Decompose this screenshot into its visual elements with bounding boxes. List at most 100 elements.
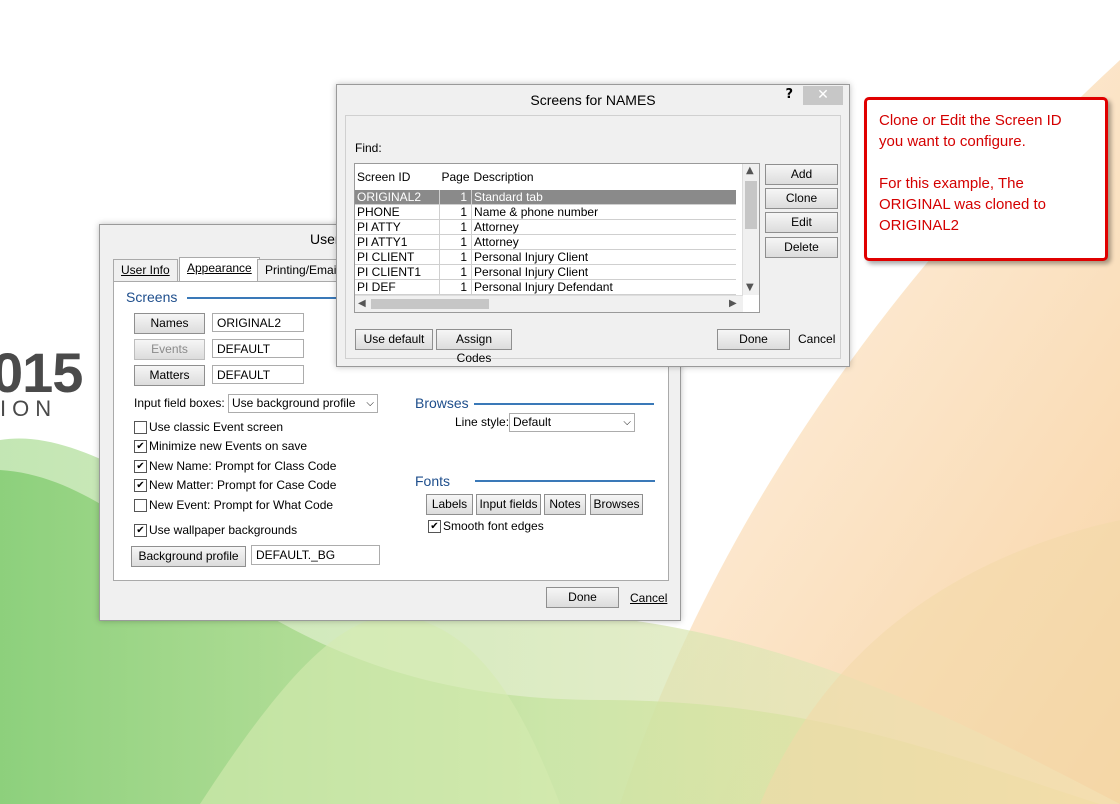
cell-description: Standard tab [471, 190, 737, 205]
screens-dialog-title: Screens for NAMES [530, 92, 656, 108]
tab-printing-email-label: Printing/Email [265, 263, 340, 277]
input-field-boxes-value: Use background profile [232, 396, 356, 410]
edit-button[interactable]: Edit [765, 212, 838, 233]
matters-button[interactable]: Matters [134, 365, 205, 386]
column-header-description[interactable]: Description [472, 164, 737, 190]
column-header-screen-id[interactable]: Screen ID [355, 164, 440, 190]
cell-description: Personal Injury Client [471, 249, 737, 265]
callout-line-2: you want to configure. [879, 133, 1026, 150]
callout-line-5: ORIGINAL2 [879, 217, 960, 234]
wallpaper-label: Use wallpaper backgrounds [149, 523, 298, 537]
screens-done-button[interactable]: Done [717, 329, 790, 350]
close-icon[interactable]: ✕ [803, 86, 843, 105]
tab-user-info[interactable]: User Info [113, 259, 178, 281]
find-label: Find: [355, 141, 382, 155]
clone-button[interactable]: Clone [765, 188, 838, 209]
wallpaper-checkbox[interactable]: ✔ [134, 524, 147, 537]
font-browses-button[interactable]: Browses [590, 494, 643, 515]
fonts-heading: Fonts [415, 473, 451, 489]
screens-for-names-dialog: Screens for NAMES ? ✕ Find: Screen ID Pa… [336, 84, 850, 367]
horizontal-scroll-thumb[interactable] [371, 299, 489, 309]
scroll-down-icon[interactable]: ▼ [746, 282, 754, 293]
screens-divider [187, 297, 347, 299]
cell-page: 1 [439, 204, 473, 220]
cell-screen-id: ORIGINAL2 [355, 190, 440, 205]
what-code-checkbox[interactable] [134, 499, 147, 512]
table-row[interactable]: PHONE 1 Name & phone number [355, 204, 737, 220]
chevron-down-icon: ⌵ [623, 417, 631, 428]
screens-dialog-body: Find: Screen ID Page Description ORIGINA… [345, 115, 841, 365]
tab-appearance[interactable]: Appearance [179, 257, 260, 282]
cell-description: Personal Injury Defendant [471, 279, 737, 295]
tab-printing-email[interactable]: Printing/Email [257, 259, 348, 281]
cell-description: Name & phone number [471, 204, 737, 220]
background-profile-button[interactable]: Background profile [131, 546, 246, 567]
user-cancel-button[interactable]: Cancel [630, 591, 667, 605]
table-row[interactable]: PI DEF 1 Personal Injury Defendant [355, 279, 737, 295]
help-icon[interactable]: ? [785, 87, 793, 102]
case-code-label: New Matter: Prompt for Case Code [149, 478, 337, 492]
callout-line-1: Clone or Edit the Screen ID [879, 112, 1062, 129]
horizontal-scrollbar[interactable]: ◀ ▶ [355, 295, 743, 312]
cell-page: 1 [439, 219, 473, 235]
what-code-label: New Event: Prompt for What Code [149, 498, 334, 512]
cell-page: 1 [439, 249, 473, 265]
screens-heading: Screens [126, 289, 178, 305]
events-screen-field[interactable]: DEFAULT [212, 339, 304, 358]
cell-screen-id: PHONE [355, 204, 440, 220]
names-screen-field[interactable]: ORIGINAL2 [212, 313, 304, 332]
names-button[interactable]: Names [134, 313, 205, 334]
add-button[interactable]: Add [765, 164, 838, 185]
cell-page: 1 [439, 279, 473, 295]
callout-line-3: For this example, The [879, 175, 1024, 192]
matters-screen-field[interactable]: DEFAULT [212, 365, 304, 384]
screens-table[interactable]: Screen ID Page Description ORIGINAL2 1 Sta… [354, 163, 760, 313]
scroll-left-icon[interactable]: ◀ [358, 298, 366, 309]
classic-event-checkbox[interactable] [134, 421, 147, 434]
cell-description: Personal Injury Client [471, 264, 737, 280]
instruction-callout: Clone or Edit the Screen ID you want to … [864, 97, 1108, 261]
vertical-scroll-thumb[interactable] [745, 181, 757, 229]
input-field-boxes-label: Input field boxes: [134, 396, 225, 410]
smooth-font-checkbox[interactable]: ✔ [428, 520, 441, 533]
column-header-page[interactable]: Page [440, 164, 472, 190]
cell-screen-id: PI DEF [355, 279, 440, 295]
screens-dialog-titlebar: Screens for NAMES ? ✕ [337, 85, 849, 115]
cell-description: Attorney [471, 219, 737, 235]
font-notes-button[interactable]: Notes [544, 494, 586, 515]
line-style-select[interactable]: Default ⌵ [509, 413, 635, 432]
scroll-right-icon[interactable]: ▶ [729, 298, 737, 309]
screens-cancel-button[interactable]: Cancel [798, 332, 835, 346]
input-field-boxes-select[interactable]: Use background profile ⌵ [228, 394, 378, 413]
brand-subtitle-text: ION [0, 396, 58, 421]
cell-screen-id: PI ATTY1 [355, 234, 440, 250]
table-header-row: Screen ID Page Description [355, 164, 736, 190]
cell-screen-id: PI ATTY [355, 219, 440, 235]
delete-button[interactable]: Delete [765, 237, 838, 258]
font-labels-button[interactable]: Labels [426, 494, 473, 515]
case-code-checkbox[interactable]: ✔ [134, 479, 147, 492]
browses-divider [474, 403, 654, 405]
browses-heading: Browses [415, 395, 469, 411]
scroll-up-icon[interactable]: ▲ [746, 165, 754, 176]
class-code-checkbox[interactable]: ✔ [134, 460, 147, 473]
vertical-scrollbar[interactable]: ▲ ▼ [742, 164, 759, 295]
table-row[interactable]: PI ATTY1 1 Attorney [355, 234, 737, 250]
table-row[interactable]: PI CLIENT1 1 Personal Injury Client [355, 264, 737, 280]
assign-codes-button[interactable]: Assign Codes [436, 329, 512, 365]
cell-page: 1 [439, 234, 473, 250]
font-input-fields-button[interactable]: Input fields [476, 494, 541, 515]
user-done-button[interactable]: Done [546, 587, 619, 608]
table-row[interactable]: PI CLIENT 1 Personal Injury Client [355, 249, 737, 265]
background-profile-field[interactable]: DEFAULT._BG [251, 545, 380, 565]
line-style-label: Line style: [455, 415, 510, 429]
tab-appearance-label: Appearance [187, 261, 252, 275]
smooth-font-label: Smooth font edges [443, 519, 544, 533]
callout-line-4: ORIGINAL was cloned to [879, 196, 1047, 213]
chevron-down-icon: ⌵ [366, 398, 374, 409]
use-default-button[interactable]: Use default [355, 329, 433, 350]
table-row[interactable]: PI ATTY 1 Attorney [355, 219, 737, 235]
table-row[interactable]: ORIGINAL2 1 Standard tab [355, 190, 737, 205]
fonts-divider [475, 480, 655, 482]
minimize-events-checkbox[interactable]: ✔ [134, 440, 147, 453]
